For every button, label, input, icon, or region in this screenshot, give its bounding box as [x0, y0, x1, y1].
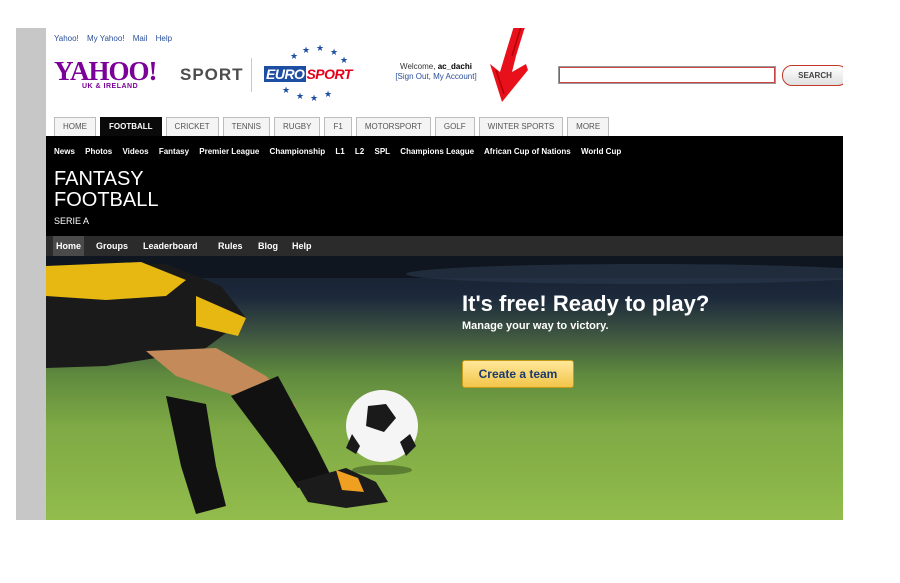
hero-subtitle: Manage your way to victory. — [462, 320, 609, 332]
game-nav-leaderboard[interactable]: Leaderboard — [143, 236, 198, 256]
search-button[interactable]: SEARCH — [782, 65, 843, 86]
subnav-item[interactable]: L2 — [355, 147, 364, 156]
subnav-item[interactable]: Championship — [270, 147, 326, 156]
league-label: SERIE A — [54, 216, 90, 226]
star-icon: ★ — [302, 45, 311, 55]
tab-winter-sports[interactable]: WINTER SPORTS — [478, 117, 564, 136]
football-subnav: News Photos Videos Fantasy Premier Leagu… — [54, 147, 629, 156]
red-arrow-annotation-icon — [490, 28, 528, 102]
tab-cricket[interactable]: CRICKET — [165, 117, 219, 136]
subnav-item[interactable]: World Cup — [581, 147, 621, 156]
top-link-mail[interactable]: Mail — [133, 34, 148, 43]
subnav-item[interactable]: African Cup of Nations — [484, 147, 571, 156]
sport-tabs: HOME FOOTBALL CRICKET TENNIS RUGBY F1 MO… — [54, 117, 613, 137]
subnav-item[interactable]: SPL — [375, 147, 391, 156]
star-icon: ★ — [310, 93, 319, 103]
star-icon: ★ — [290, 51, 299, 61]
star-icon: ★ — [330, 47, 339, 57]
tab-motorsport[interactable]: MOTORSPORT — [355, 117, 431, 136]
sport-wordmark: SPORT — [180, 65, 244, 84]
top-links: Yahoo! My Yahoo! Mail Help — [54, 34, 178, 43]
tab-tennis[interactable]: TENNIS — [222, 117, 271, 136]
game-nav-rules[interactable]: Rules — [218, 236, 243, 256]
tab-more[interactable]: MORE — [567, 117, 610, 136]
logo-divider — [251, 58, 252, 92]
section-header: News Photos Videos Fantasy Premier Leagu… — [46, 136, 843, 236]
game-nav-home[interactable]: Home — [53, 236, 85, 256]
subnav-item[interactable]: News — [54, 147, 75, 156]
tab-f1[interactable]: F1 — [324, 117, 352, 136]
tab-home[interactable]: HOME — [54, 117, 96, 136]
hero-banner: It's free! Ready to play? Manage your wa… — [46, 256, 843, 520]
star-icon: ★ — [324, 89, 333, 99]
game-nav-help[interactable]: Help — [292, 236, 312, 256]
username: ac_dachi — [437, 62, 472, 71]
create-team-button[interactable]: Create a team — [462, 360, 574, 388]
subnav-item[interactable]: Fantasy — [159, 147, 189, 156]
region-label: UK & IRELAND — [82, 83, 139, 90]
eurosport-logo[interactable]: ★ ★ ★ ★ ★ EURO SPORT ★ ★ ★ ★ — [260, 42, 372, 103]
yahoo-logo[interactable]: YAHOO! UK & IRELAND — [54, 56, 158, 91]
game-nav-blog[interactable]: Blog — [258, 236, 278, 256]
subnav-item[interactable]: Champions League — [400, 147, 474, 156]
page-title: FANTASY FOOTBALL — [54, 168, 159, 211]
tab-golf[interactable]: GOLF — [434, 117, 475, 136]
top-link-yahoo[interactable]: Yahoo! — [54, 34, 79, 43]
left-margin-shade — [16, 28, 46, 520]
welcome-box: Welcome, ac_dachi [Sign Out, My Account] — [395, 62, 477, 81]
subnav-item[interactable]: Photos — [85, 147, 112, 156]
subnav-item[interactable]: Premier League — [199, 147, 259, 156]
page: Yahoo! My Yahoo! Mail Help YAHOO! UK & I… — [46, 28, 843, 520]
top-link-help[interactable]: Help — [156, 34, 172, 43]
star-icon: ★ — [296, 91, 305, 101]
tab-football[interactable]: FOOTBALL — [100, 117, 162, 137]
star-icon: ★ — [282, 85, 291, 95]
tab-rugby[interactable]: RUGBY — [274, 117, 321, 136]
subnav-item[interactable]: Videos — [122, 147, 148, 156]
account-links[interactable]: [Sign Out, My Account] — [395, 72, 476, 81]
star-icon: ★ — [316, 43, 325, 53]
footballer-image — [46, 256, 843, 514]
search-input[interactable] — [558, 66, 776, 84]
hero-title: It's free! Ready to play? — [462, 291, 710, 316]
yahoo-wordmark: YAHOO! — [54, 56, 158, 86]
star-icon: ★ — [340, 55, 349, 65]
game-nav: Home Groups Leaderboard Rules Blog Help — [46, 236, 843, 256]
subnav-item[interactable]: L1 — [335, 147, 344, 156]
top-link-my-yahoo[interactable]: My Yahoo! — [87, 34, 125, 43]
game-nav-groups[interactable]: Groups — [96, 236, 128, 256]
eurosport-wordmark: EURO SPORT — [264, 66, 352, 82]
